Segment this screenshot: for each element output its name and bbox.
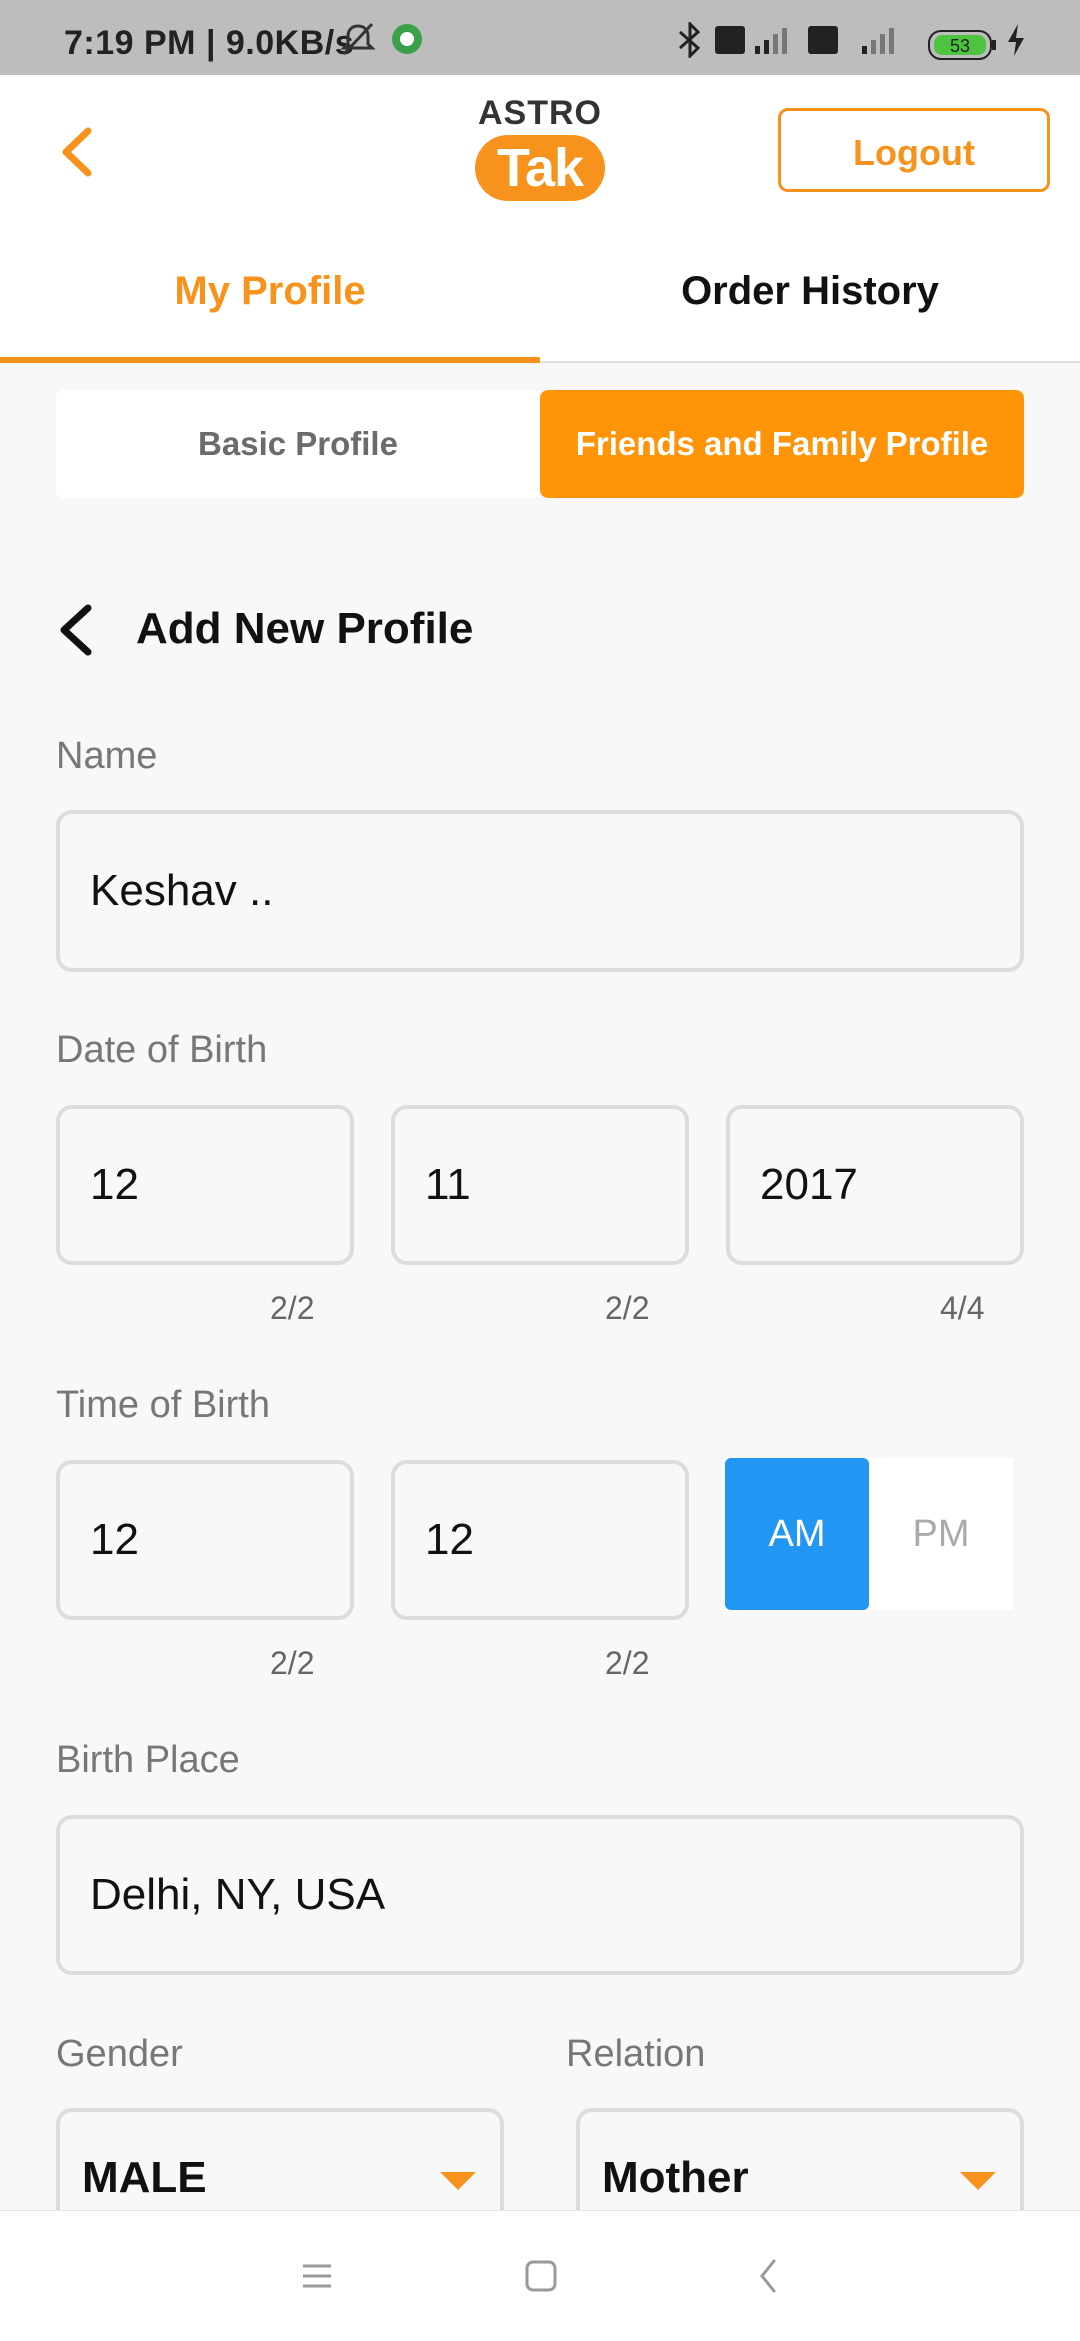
tob-minute-input[interactable]: 12 [391, 1460, 689, 1620]
menu-icon[interactable] [300, 2261, 334, 2296]
chevron-down-icon [960, 2172, 996, 2190]
dob-label: Date of Birth [56, 1029, 268, 1071]
tob-label: Time of Birth [56, 1384, 270, 1426]
name-label: Name [56, 735, 158, 777]
chevron-down-icon [440, 2172, 476, 2190]
logo-text-top: ASTRO [478, 94, 602, 132]
chevron-left-icon [60, 604, 92, 656]
mute-icon [338, 22, 378, 63]
birth-place-label: Birth Place [56, 1739, 240, 1781]
system-navigation-bar [0, 2210, 1080, 2341]
status-bar: 7:19 PM | 9.0KB/s 53 [0, 0, 1080, 75]
basic-profile-button[interactable]: Basic Profile [56, 390, 540, 498]
gender-label: Gender [56, 2033, 183, 2075]
status-time: 7:19 PM | 9.0KB/s [64, 24, 355, 62]
back-button[interactable] [44, 117, 114, 187]
back-nav-icon[interactable] [756, 2257, 780, 2300]
app-notification-icon [390, 22, 424, 61]
dob-year-input[interactable]: 2017 [726, 1105, 1024, 1265]
logo-text-bottom: Tak [475, 135, 605, 201]
battery-icon: 53 [928, 30, 998, 65]
am-pm-toggle: AM PM [725, 1458, 1013, 1610]
dob-month-input[interactable]: 11 [391, 1105, 689, 1265]
tob-hour-counter: 2/2 [270, 1645, 315, 1681]
friends-family-profile-button[interactable]: Friends and Family Profile [540, 390, 1024, 498]
signal-volte-1-icon [715, 22, 795, 63]
dob-day-input[interactable]: 12 [56, 1105, 354, 1265]
bluetooth-icon [676, 20, 704, 63]
astrotak-logo: ASTRO Tak [470, 95, 610, 213]
tob-minute-counter: 2/2 [605, 1645, 650, 1681]
relation-value: Mother [602, 2153, 749, 2202]
name-input[interactable]: Keshav .. [56, 810, 1024, 972]
dob-day-counter: 2/2 [270, 1290, 315, 1326]
dob-year-counter: 4/4 [940, 1290, 985, 1326]
birth-place-input[interactable]: Delhi, NY, USA [56, 1815, 1024, 1975]
battery-level: 53 [950, 36, 970, 56]
gender-value: MALE [82, 2153, 207, 2202]
am-button[interactable]: AM [725, 1458, 869, 1610]
logout-button[interactable]: Logout [778, 108, 1050, 192]
form-back-button[interactable] [52, 600, 102, 660]
tab-my-profile[interactable]: My Profile [0, 235, 540, 363]
charging-icon [1004, 22, 1028, 63]
pm-button[interactable]: PM [869, 1458, 1013, 1610]
tob-hour-input[interactable]: 12 [56, 1460, 354, 1620]
app-header: ASTRO Tak Logout [0, 75, 1080, 235]
profile-tabs: My Profile Order History [0, 235, 1080, 363]
form-title: Add New Profile [136, 604, 474, 653]
profile-type-toggle: Basic Profile Friends and Family Profile [56, 390, 1024, 498]
tab-order-history[interactable]: Order History [540, 235, 1080, 361]
home-icon[interactable] [524, 2259, 558, 2298]
signal-volte-2-icon [808, 22, 908, 63]
relation-label: Relation [566, 2033, 706, 2075]
chevron-left-icon [62, 127, 92, 177]
dob-month-counter: 2/2 [605, 1290, 650, 1326]
